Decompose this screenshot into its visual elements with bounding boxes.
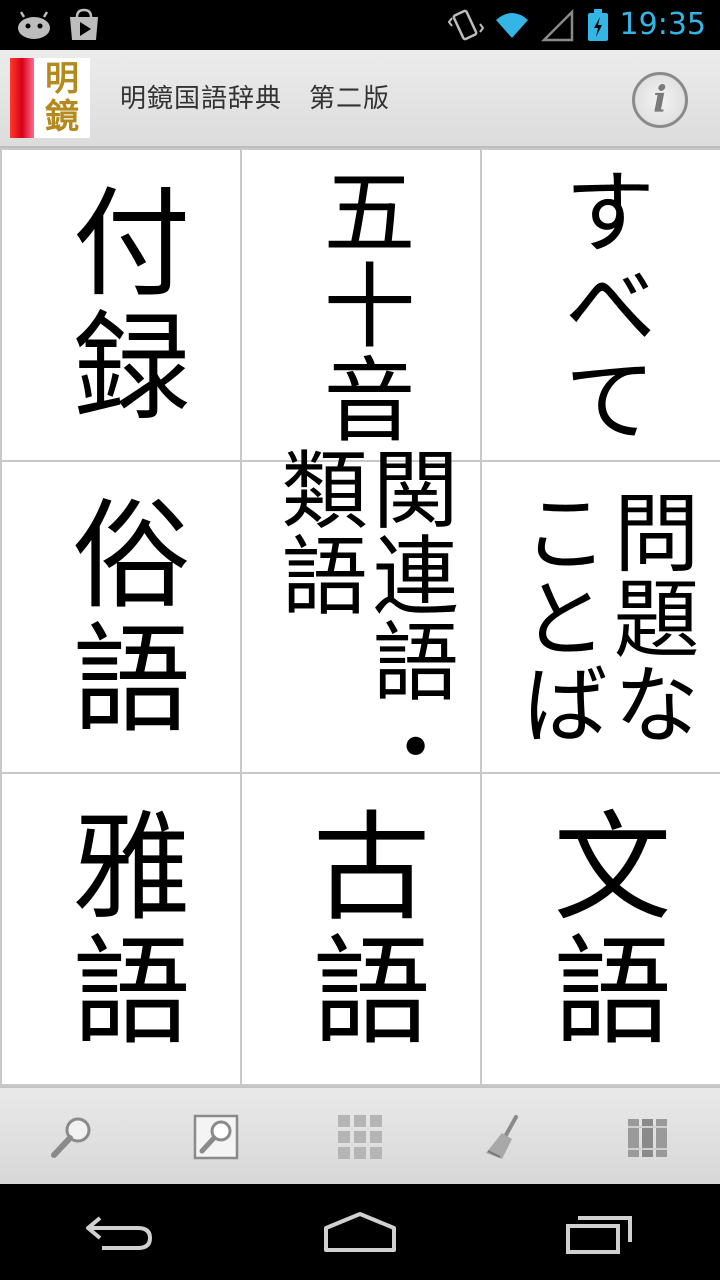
info-button[interactable]: i: [632, 72, 688, 128]
android-debug-icon: [18, 11, 50, 39]
vibrate-icon: [447, 9, 484, 41]
grid-menu-icon: [338, 1115, 382, 1159]
category-label: 雅語: [52, 805, 190, 1053]
search-icon: [51, 1117, 91, 1158]
logo-stripe: [10, 58, 34, 138]
category-label: 古語: [292, 805, 430, 1053]
category-label: 付録: [52, 181, 190, 429]
category-slang[interactable]: 俗語: [2, 462, 240, 772]
signal-icon: [540, 8, 573, 42]
bookshelf-icon: [628, 1119, 667, 1157]
home-button[interactable]: [305, 1192, 415, 1272]
search-button[interactable]: [32, 1102, 112, 1172]
navigation-bar: [0, 1184, 720, 1280]
logo-box: 明 鏡: [34, 58, 90, 138]
recent-apps-icon: [566, 1216, 632, 1254]
logo-char-2: 鏡: [45, 97, 79, 137]
action-bar: 明 鏡 明鏡国語辞典 第二版 i: [0, 50, 720, 148]
category-related-words[interactable]: 関連語・ 類語: [242, 445, 480, 789]
back-button[interactable]: [65, 1192, 175, 1272]
battery-charging-icon: [587, 9, 608, 41]
category-problem-words[interactable]: 問題な ことば: [482, 462, 720, 772]
category-label: 問題な ことば: [507, 488, 699, 746]
recent-apps-button[interactable]: [545, 1192, 655, 1272]
brush-button[interactable]: [464, 1102, 544, 1172]
category-label: 五十音: [308, 164, 415, 446]
category-gojuon[interactable]: 五十音: [242, 150, 480, 460]
category-label: 文語: [533, 805, 671, 1053]
category-grid: 付録 五十音 すべて 俗語 関連語・ 類語 問題な ことば 雅語 古語 文語: [0, 148, 720, 1086]
app-title: 明鏡国語辞典 第二版: [120, 84, 391, 114]
grid-menu-button[interactable]: [320, 1102, 400, 1172]
category-archaic-words[interactable]: 古語: [242, 774, 480, 1084]
bottom-toolbar: [0, 1086, 720, 1186]
category-label: 関連語・ 類語: [266, 445, 458, 789]
info-icon: i: [653, 79, 667, 121]
back-icon: [86, 1216, 153, 1250]
category-label: 俗語: [52, 493, 190, 741]
bookshelf-button[interactable]: [608, 1102, 688, 1172]
clock: 19:35: [619, 7, 706, 42]
category-literary-words[interactable]: 文語: [482, 774, 720, 1084]
category-elegant-words[interactable]: 雅語: [2, 774, 240, 1084]
status-bar: 19:35: [0, 0, 720, 50]
category-label: すべて: [549, 164, 656, 446]
category-all[interactable]: すべて: [482, 150, 720, 460]
app-logo: 明 鏡: [10, 58, 90, 138]
brush-icon: [486, 1115, 518, 1159]
category-appendix[interactable]: 付録: [2, 150, 240, 460]
home-icon: [324, 1212, 396, 1252]
play-store-icon: [70, 8, 98, 40]
search-page-button[interactable]: [176, 1102, 256, 1172]
search-page-icon: [193, 1114, 239, 1160]
wifi-icon: [495, 13, 528, 38]
logo-char-1: 明: [45, 59, 79, 99]
